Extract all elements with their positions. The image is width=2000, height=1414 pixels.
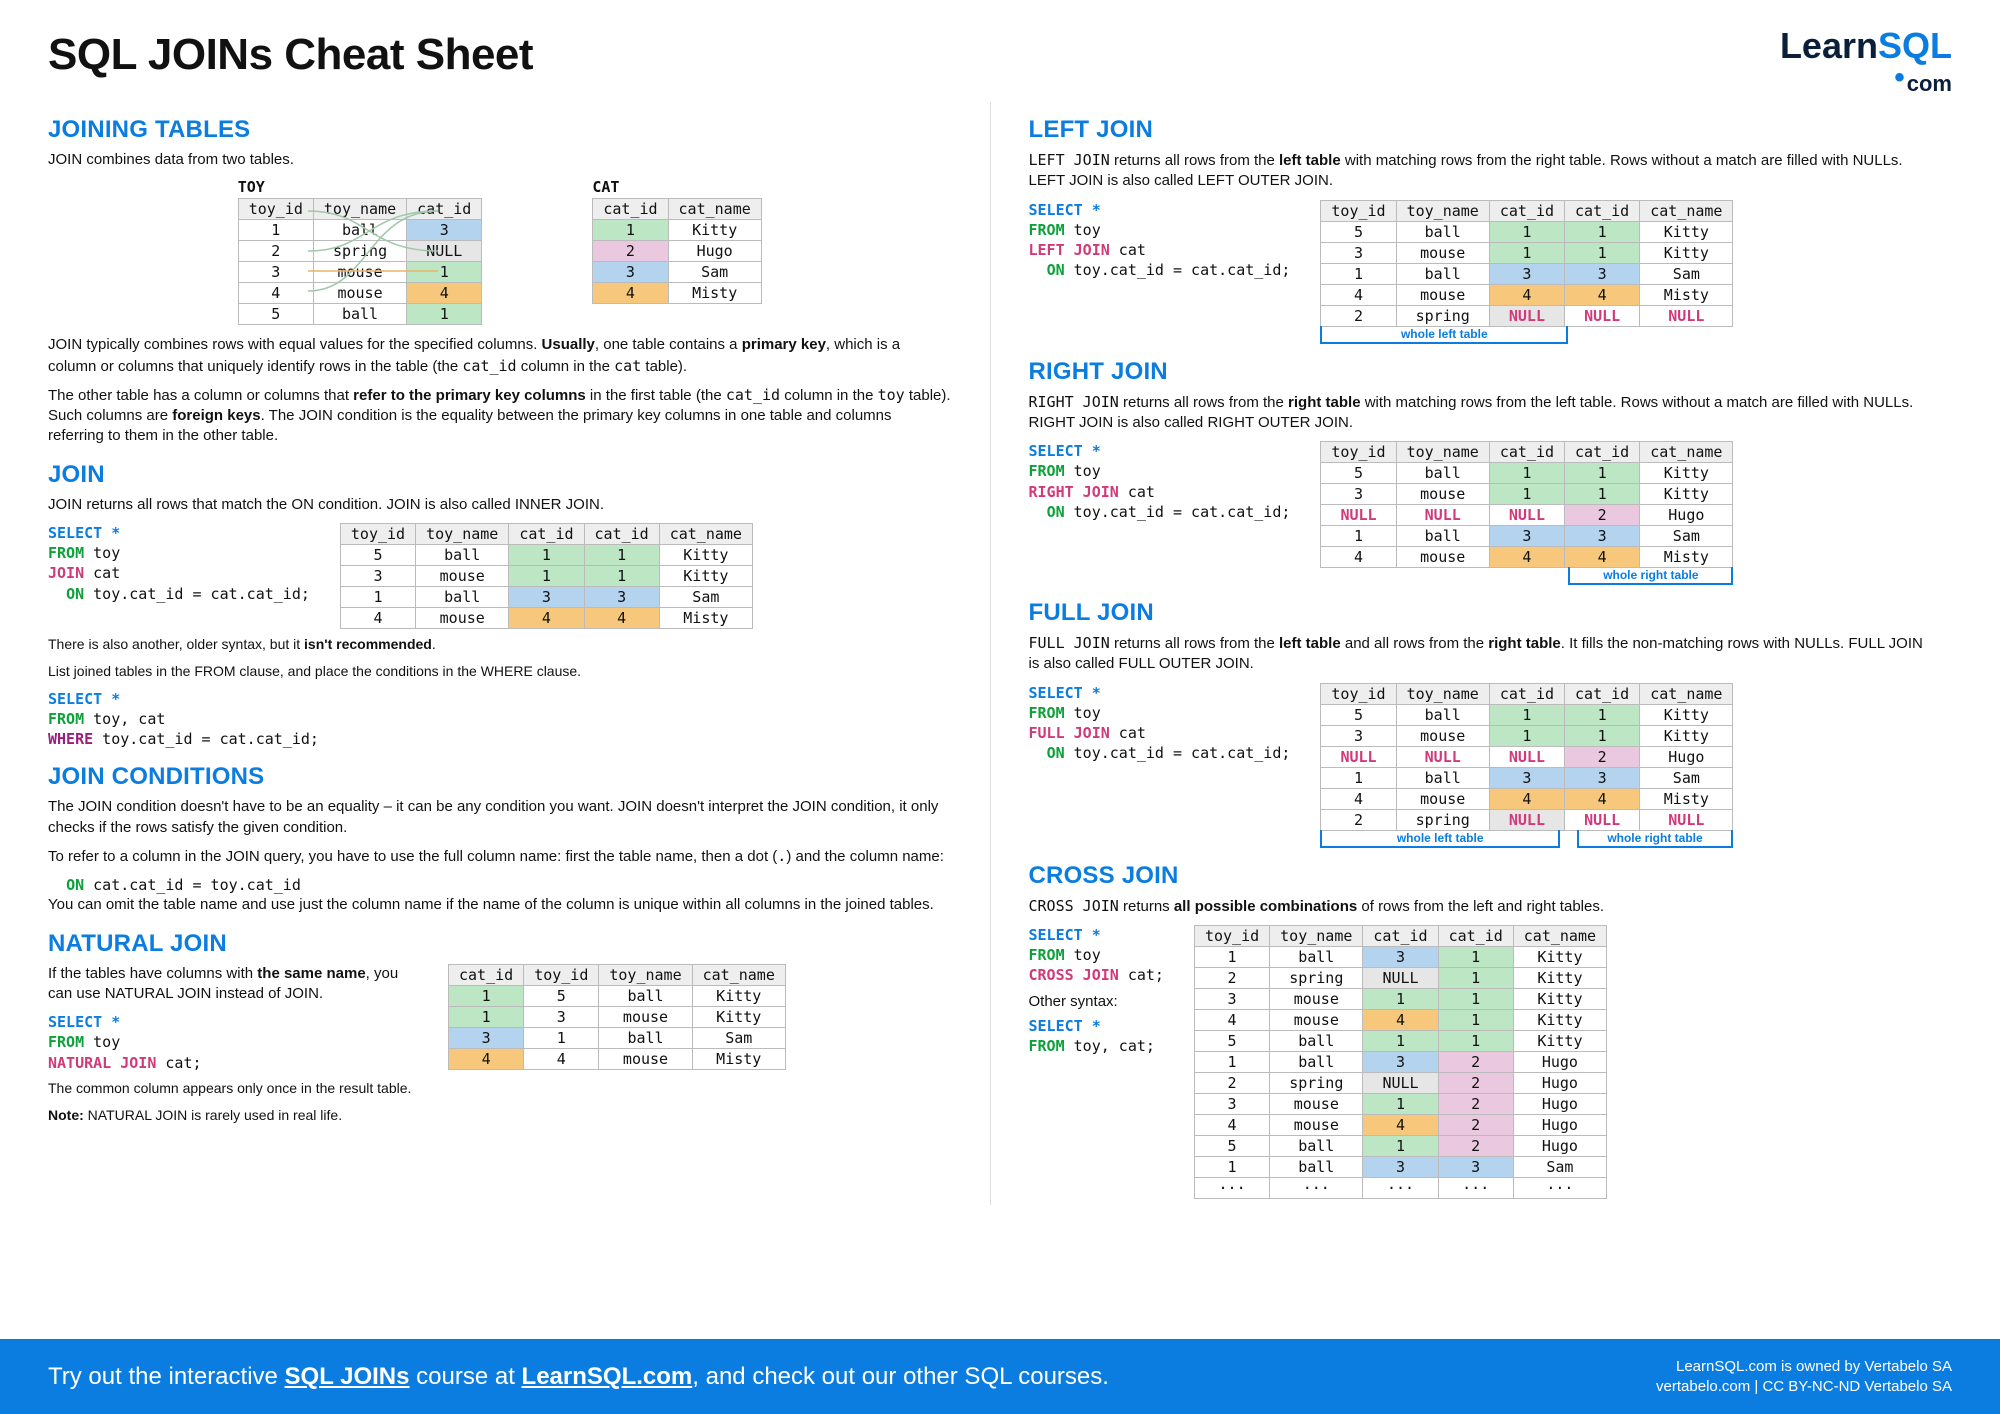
join-intro: JOIN returns all rows that match the ON … bbox=[48, 495, 952, 515]
nj-p1: If the tables have columns with the same… bbox=[48, 964, 418, 1005]
fj-row: SELECT * FROM toy FULL JOIN cat ON toy.c… bbox=[1029, 683, 1933, 848]
lj-result: toy_idtoy_namecat_idcat_idcat_name 5ball… bbox=[1320, 200, 1733, 327]
jc-code: ON cat.cat_id = toy.cat_id bbox=[48, 875, 952, 895]
join-note1: There is also another, older syntax, but… bbox=[48, 635, 952, 654]
natural-row: If the tables have columns with the same… bbox=[48, 964, 952, 1073]
natural-sql: SELECT * FROM toy NATURAL JOIN cat; bbox=[48, 1012, 418, 1073]
cj-result: toy_idtoy_namecat_idcat_idcat_name 1ball… bbox=[1194, 925, 1607, 1199]
h-right-join: RIGHT JOIN bbox=[1029, 358, 1933, 386]
page-title: SQL JOINs Cheat Sheet bbox=[48, 30, 533, 80]
right-column: LEFT JOIN LEFT JOIN LEFT JOIN returns al… bbox=[991, 102, 1953, 1205]
source-tables: TOY toy_idtoy_namecat_id 1ball3 2springN… bbox=[48, 178, 952, 325]
jt-p1: JOIN typically combines rows with equal … bbox=[48, 335, 952, 377]
footer: Try out the interactive SQL JOINs course… bbox=[0, 1339, 2000, 1414]
footer-license: vertabelo.com | CC BY-NC-ND Vertabelo SA bbox=[1656, 1377, 1952, 1397]
page: SQL JOINs Cheat Sheet LearnSQL •com JOIN… bbox=[0, 0, 2000, 1414]
rj-cap: whole right table bbox=[1568, 567, 1733, 585]
jc-p1: The JOIN condition doesn't have to be an… bbox=[48, 797, 952, 838]
rj-row: SELECT * FROM toy RIGHT JOIN cat ON toy.… bbox=[1029, 441, 1933, 585]
jt-p2: The other table has a column or columns … bbox=[48, 385, 952, 447]
h-left-join: LEFT JOIN bbox=[1029, 116, 1933, 144]
natural-result: cat_idtoy_idtoy_namecat_name 15ballKitty… bbox=[448, 964, 786, 1070]
lj-result-wrap: toy_idtoy_namecat_idcat_idcat_name 5ball… bbox=[1320, 200, 1733, 344]
h-full-join: FULL JOIN bbox=[1029, 599, 1933, 627]
natural-left: If the tables have columns with the same… bbox=[48, 964, 418, 1073]
rj-p: RIGHT JOIN returns all rows from the rig… bbox=[1029, 392, 1933, 434]
fj-result-wrap: toy_idtoy_namecat_idcat_idcat_name 5ball… bbox=[1320, 683, 1733, 848]
cj-p: CROSS JOIN returns all possible combinat… bbox=[1029, 896, 1933, 917]
toy-label: TOY bbox=[238, 178, 483, 196]
footer-link-sqljoins[interactable]: SQL JOINs bbox=[285, 1363, 410, 1390]
h-natural: NATURAL JOIN bbox=[48, 930, 952, 958]
footer-right: LearnSQL.com is owned by Vertabelo SA ve… bbox=[1656, 1357, 1952, 1396]
footer-link-learnsql[interactable]: LearnSQL.com bbox=[522, 1363, 693, 1390]
join-sql2: SELECT * FROM toy, cat WHERE toy.cat_id … bbox=[48, 689, 952, 750]
join-result: toy_idtoy_namecat_idcat_idcat_name 5ball… bbox=[340, 523, 753, 629]
lj-sql: SELECT * FROM toy LEFT JOIN cat ON toy.c… bbox=[1029, 200, 1291, 281]
columns: JOINING TABLES JOIN combines data from t… bbox=[0, 102, 2000, 1205]
left-column: JOINING TABLES JOIN combines data from t… bbox=[48, 102, 991, 1205]
lj-p: LEFT JOIN LEFT JOIN returns all rows fro… bbox=[1029, 150, 1933, 192]
fj-result: toy_idtoy_namecat_idcat_idcat_name 5ball… bbox=[1320, 683, 1733, 831]
toy-table-block: TOY toy_idtoy_namecat_id 1ball3 2springN… bbox=[238, 178, 483, 325]
nj-p2: The common column appears only once in t… bbox=[48, 1079, 952, 1098]
jt-intro: JOIN combines data from two tables. bbox=[48, 150, 952, 170]
toy-table: toy_idtoy_namecat_id 1ball3 2springNULL … bbox=[238, 198, 483, 325]
fj-cap-r: whole right table bbox=[1577, 830, 1734, 848]
h-joining-tables: JOINING TABLES bbox=[48, 116, 952, 144]
logo-com: •com bbox=[1780, 64, 1952, 94]
join-note2: List joined tables in the FROM clause, a… bbox=[48, 662, 952, 681]
fj-sql: SELECT * FROM toy FULL JOIN cat ON toy.c… bbox=[1029, 683, 1291, 764]
cj-sql: SELECT * FROM toy CROSS JOIN cat; bbox=[1029, 925, 1164, 986]
h-join-cond: JOIN CONDITIONS bbox=[48, 763, 952, 791]
logo-learn: Learn bbox=[1780, 25, 1878, 66]
cat-table-block: CAT cat_idcat_name 1Kitty 2Hugo 3Sam 4Mi… bbox=[592, 178, 761, 325]
cj-row: SELECT * FROM toy CROSS JOIN cat; Other … bbox=[1029, 925, 1933, 1199]
logo-sql: SQL bbox=[1878, 25, 1952, 66]
jc-p3: You can omit the table name and use just… bbox=[48, 895, 952, 915]
lj-row: SELECT * FROM toy LEFT JOIN cat ON toy.c… bbox=[1029, 200, 1933, 344]
join-sql: SELECT * FROM toy JOIN cat ON toy.cat_id… bbox=[48, 523, 310, 604]
fj-cap-l: whole left table bbox=[1320, 830, 1560, 848]
nj-p3: Note: NATURAL JOIN is rarely used in rea… bbox=[48, 1106, 952, 1125]
rj-result: toy_idtoy_namecat_idcat_idcat_name 5ball… bbox=[1320, 441, 1733, 568]
h-join: JOIN bbox=[48, 461, 952, 489]
header: SQL JOINs Cheat Sheet LearnSQL •com bbox=[0, 0, 2000, 102]
cj-left: SELECT * FROM toy CROSS JOIN cat; Other … bbox=[1029, 925, 1164, 1057]
join-row: SELECT * FROM toy JOIN cat ON toy.cat_id… bbox=[48, 523, 952, 629]
cj-other: Other syntax: bbox=[1029, 992, 1164, 1012]
footer-left: Try out the interactive SQL JOINs course… bbox=[48, 1363, 1109, 1391]
footer-owner: LearnSQL.com is owned by Vertabelo SA bbox=[1656, 1357, 1952, 1377]
rj-sql: SELECT * FROM toy RIGHT JOIN cat ON toy.… bbox=[1029, 441, 1291, 522]
h-cross-join: CROSS JOIN bbox=[1029, 862, 1933, 890]
jc-p2: To refer to a column in the JOIN query, … bbox=[48, 846, 952, 867]
logo: LearnSQL •com bbox=[1780, 30, 1952, 94]
fj-p: FULL JOIN returns all rows from the left… bbox=[1029, 633, 1933, 675]
rj-result-wrap: toy_idtoy_namecat_idcat_idcat_name 5ball… bbox=[1320, 441, 1733, 585]
lj-cap: whole left table bbox=[1320, 326, 1568, 344]
cat-table: cat_idcat_name 1Kitty 2Hugo 3Sam 4Misty bbox=[592, 198, 761, 304]
cat-label: CAT bbox=[592, 178, 761, 196]
cj-sql2: SELECT * FROM toy, cat; bbox=[1029, 1016, 1164, 1057]
